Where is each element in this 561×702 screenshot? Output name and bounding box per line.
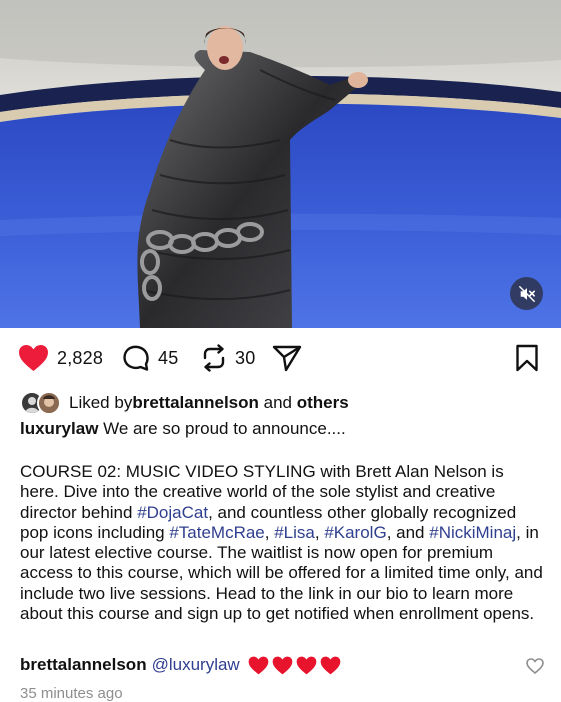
liked-by-row[interactable]: Liked by brettalannelson and others [20, 390, 349, 416]
comment-row: brettalannelson @luxurylaw [20, 654, 341, 676]
repost-icon [203, 344, 225, 372]
hashtag-link[interactable]: #DojaCat [137, 503, 208, 522]
comment-count: 45 [158, 347, 179, 368]
caption-text: , and [386, 522, 430, 542]
red-heart-emoji [248, 656, 269, 674]
caption-headline-text: We are so proud to announce.... [98, 419, 346, 438]
repost-count: 30 [235, 347, 256, 368]
comment-button[interactable]: 45 [122, 336, 178, 380]
share-button[interactable] [272, 336, 302, 380]
comment-mention[interactable]: @luxurylaw [152, 655, 240, 675]
liked-by-prefix: Liked by [69, 393, 133, 412]
post-video[interactable] [0, 0, 561, 328]
avatar [37, 391, 61, 415]
hashtag-link[interactable]: #KarolG [324, 523, 386, 542]
action-bar: 2,828 45 30 [0, 336, 561, 380]
like-button[interactable]: 2,828 [18, 336, 103, 380]
caption-username[interactable]: luxurylaw [20, 419, 98, 438]
red-heart-emoji [296, 656, 317, 674]
mute-button[interactable] [510, 277, 543, 310]
bookmark-icon [516, 344, 538, 372]
caption-text: , [314, 522, 325, 542]
heart-outline-icon [526, 658, 544, 674]
comment-like-button[interactable] [525, 656, 545, 676]
heart-filled-icon [19, 344, 48, 372]
comment-username[interactable]: brettalannelson [20, 655, 147, 675]
liker-avatars [20, 391, 62, 415]
speaker-muted-icon [518, 285, 535, 302]
comment-hearts [248, 656, 341, 675]
liked-by-others[interactable]: others [297, 393, 349, 413]
caption-headline: luxurylaw We are so proud to announce...… [20, 418, 346, 440]
video-frame-image [0, 0, 561, 328]
caption-text: , [264, 522, 275, 542]
post-timestamp: 35 minutes ago [20, 685, 123, 702]
red-heart-emoji [272, 656, 293, 674]
caption-body: COURSE 02: MUSIC VIDEO STYLING with Bret… [20, 462, 546, 624]
like-count: 2,828 [57, 347, 104, 368]
liker-username[interactable]: brettalannelson [132, 393, 259, 413]
hashtag-link[interactable]: #Lisa [274, 523, 315, 542]
liked-by-conjunction: and [258, 393, 297, 412]
save-button[interactable] [515, 336, 539, 380]
hashtag-link[interactable]: #NickiMinaj [429, 523, 516, 542]
comment-bubble-icon [123, 345, 149, 371]
send-paper-plane-icon [272, 345, 302, 372]
red-heart-emoji [320, 656, 341, 674]
hashtag-link[interactable]: #TateMcRae [169, 523, 264, 542]
repost-button[interactable]: 30 [201, 336, 255, 380]
